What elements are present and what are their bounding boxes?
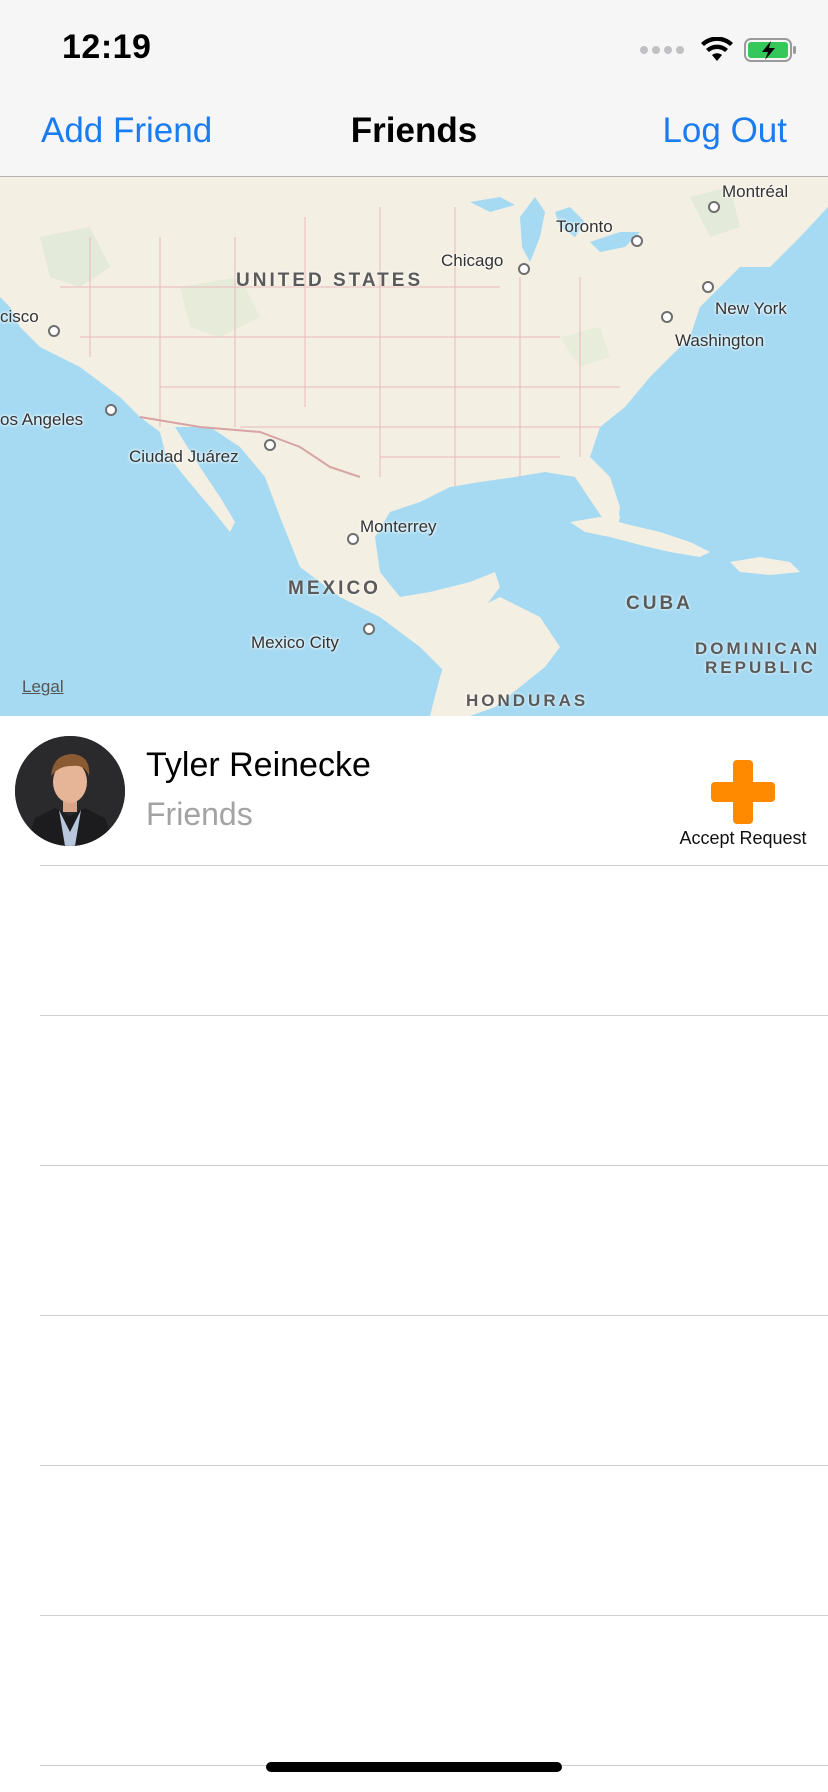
cellular-signal-icon	[640, 46, 684, 54]
map-label-dominican: DOMINICAN	[695, 639, 821, 658]
row-separator	[40, 1015, 828, 1016]
accept-request-label: Accept Request	[679, 828, 807, 848]
status-time: 12:19	[62, 28, 152, 66]
map-label-ciudad-juarez: Ciudad Juárez	[129, 447, 239, 466]
map-label-toronto: Toronto	[556, 217, 613, 236]
city-marker	[48, 325, 60, 337]
map-label-monterrey: Monterrey	[360, 517, 437, 536]
map-label-mexico: MEXICO	[288, 578, 381, 599]
city-marker	[708, 201, 720, 213]
map-label-montreal: Montréal	[722, 182, 789, 201]
city-marker	[518, 263, 530, 275]
log-out-button[interactable]: Log Out	[662, 110, 787, 152]
map-view[interactable]: UNITED STATES MEXICO CUBA DOMINICAN REPU…	[0, 177, 828, 716]
avatar	[15, 736, 125, 846]
map-label-chicago: Chicago	[441, 251, 504, 270]
friend-status: Friends	[146, 796, 253, 832]
map-label-cuba: CUBA	[626, 593, 693, 614]
home-indicator[interactable]	[266, 1762, 562, 1772]
city-marker	[661, 311, 673, 323]
map-label-honduras: HONDURAS	[466, 691, 589, 710]
battery-charging-icon	[744, 38, 796, 62]
status-icons	[640, 30, 798, 70]
map-legal-link[interactable]: Legal	[22, 677, 64, 697]
map-label-san-francisco: cisco	[0, 307, 39, 326]
avatar-photo-icon	[15, 736, 125, 846]
map-label-los-angeles: os Angeles	[0, 410, 84, 429]
wifi-icon	[701, 37, 733, 61]
map-label-new-york: New York	[715, 299, 787, 318]
row-separator	[40, 1315, 828, 1316]
plus-icon	[711, 760, 775, 824]
map-label-mexico-city: Mexico City	[251, 633, 339, 652]
row-separator	[40, 1165, 828, 1166]
map-label-united-states: UNITED STATES	[236, 270, 424, 291]
map-label-republic: REPUBLIC	[705, 658, 816, 677]
city-marker	[347, 533, 359, 545]
row-separator	[40, 1615, 828, 1616]
friend-list: Tyler Reinecke Friends Accept Request	[0, 716, 828, 1766]
city-marker	[105, 404, 117, 416]
city-marker	[631, 235, 643, 247]
map-label-washington: Washington	[675, 331, 765, 350]
accept-request-button[interactable]: Accept Request	[668, 760, 818, 860]
city-marker	[702, 281, 714, 293]
friend-name: Tyler Reinecke	[146, 746, 371, 784]
map-land	[0, 177, 828, 716]
city-marker	[363, 623, 375, 635]
city-marker	[264, 439, 276, 451]
row-separator	[40, 1465, 828, 1466]
list-item[interactable]: Tyler Reinecke Friends Accept Request	[0, 716, 828, 865]
navigation-bar: 12:19 Add Friend Friends Log Out	[0, 0, 828, 177]
row-separator	[40, 865, 828, 866]
